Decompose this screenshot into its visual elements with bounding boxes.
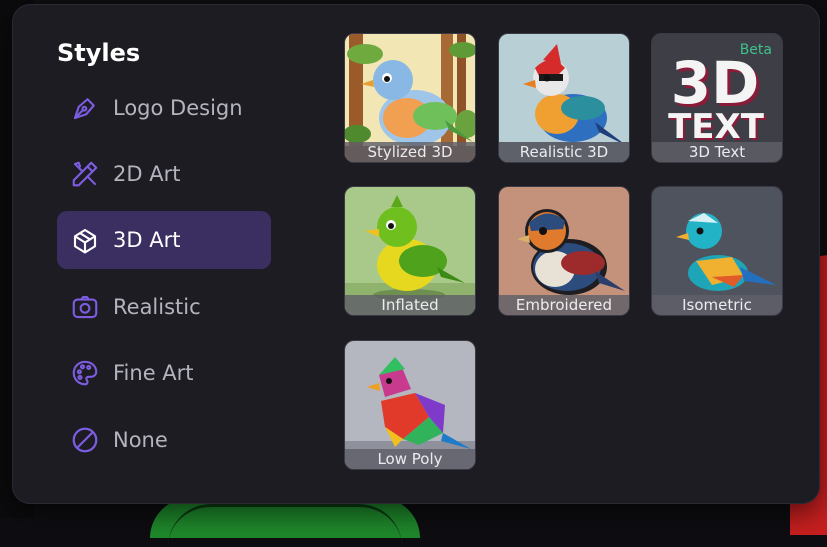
style-card-label: Isometric xyxy=(652,295,782,315)
style-card-inflated[interactable]: Inflated xyxy=(344,186,476,316)
panel-title: Styles xyxy=(57,39,141,67)
menu-item-2d-art[interactable]: 2D Art xyxy=(57,145,271,203)
background-plant-image xyxy=(150,498,420,538)
menu-item-label: 3D Art xyxy=(113,228,181,252)
menu-item-3d-art[interactable]: 3D Art xyxy=(57,211,271,269)
styles-panel: Styles Logo Design 2D Art 3D Art Realist… xyxy=(12,4,820,504)
style-card-label: 3D Text xyxy=(652,142,782,162)
style-card-label: Low Poly xyxy=(345,449,475,469)
menu-item-label: Logo Design xyxy=(113,96,243,120)
style-card-isometric[interactable]: Isometric xyxy=(651,186,783,316)
pen-nib-icon xyxy=(69,92,101,124)
style-card-realistic-3d[interactable]: Realistic 3D xyxy=(498,33,630,163)
menu-item-label: Fine Art xyxy=(113,361,194,385)
palette-icon xyxy=(69,357,101,389)
menu-item-realistic[interactable]: Realistic xyxy=(57,278,271,336)
beta-badge: Beta xyxy=(739,42,772,58)
menu-item-label: 2D Art xyxy=(113,162,181,186)
menu-item-label: Realistic xyxy=(113,295,201,319)
pencil-ruler-icon xyxy=(69,158,101,190)
style-card-label: Realistic 3D xyxy=(499,142,629,162)
slash-circle-icon xyxy=(69,424,101,456)
menu-item-label: None xyxy=(113,428,168,452)
menu-item-none[interactable]: None xyxy=(57,411,271,469)
camera-icon xyxy=(69,291,101,323)
menu-item-logo-design[interactable]: Logo Design xyxy=(57,79,271,137)
style-card-low-poly[interactable]: Low Poly xyxy=(344,340,476,470)
style-card-3d-text[interactable]: 3D 3D TEXT TEXT Beta 3D Text xyxy=(651,33,783,163)
style-card-label: Inflated xyxy=(345,295,475,315)
style-card-label: Embroidered xyxy=(499,295,629,315)
menu-item-fine-art[interactable]: Fine Art xyxy=(57,344,271,402)
style-card-stylized-3d[interactable]: Stylized 3D xyxy=(344,33,476,163)
cube-icon xyxy=(69,224,101,256)
style-card-label: Stylized 3D xyxy=(345,142,475,162)
style-card-embroidered[interactable]: Embroidered xyxy=(498,186,630,316)
3d-text-bottom: TEXT xyxy=(668,107,765,147)
